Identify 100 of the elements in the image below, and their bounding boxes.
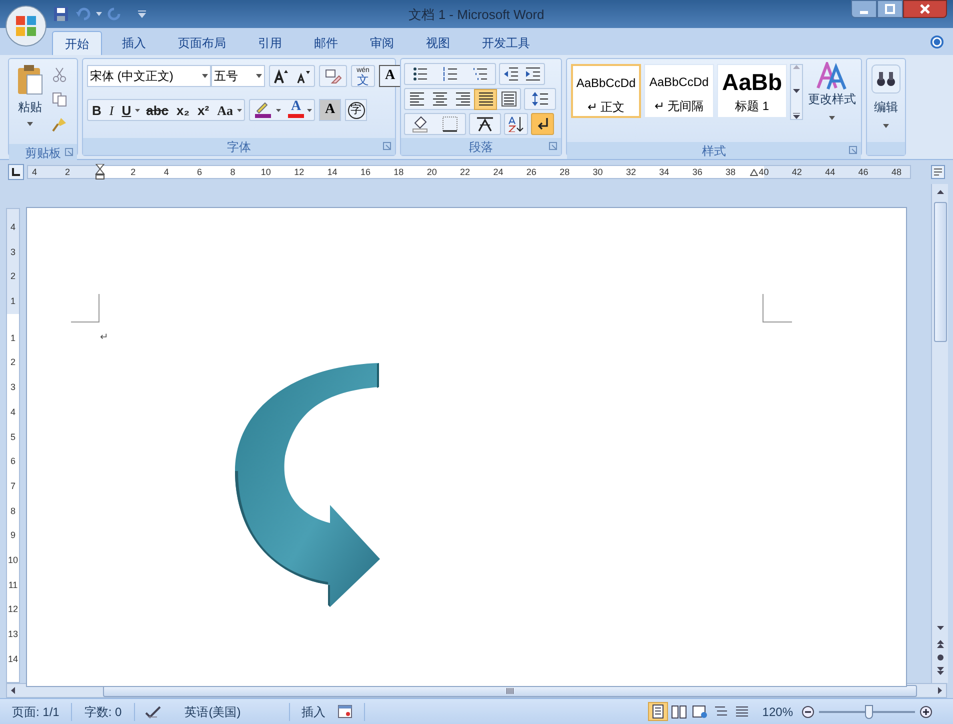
ruler-number: 2	[130, 166, 136, 178]
ruler-number: 8	[230, 166, 236, 178]
customize-menu-icon[interactable]	[138, 10, 146, 18]
ruler-number: 3	[10, 381, 16, 394]
scroll-up-icon[interactable]	[936, 190, 944, 194]
more-icon[interactable]	[793, 113, 800, 119]
print-view-icon	[650, 704, 666, 719]
margin-corner-icon	[762, 294, 792, 324]
scroll-down-icon[interactable]	[936, 626, 944, 630]
character-shading-button[interactable]: A	[319, 99, 341, 121]
align-justify-button[interactable]	[474, 88, 497, 110]
ribbon-tab[interactable]: 视图	[414, 31, 462, 55]
format-button[interactable]: U	[118, 100, 136, 120]
ruler-number: 12	[8, 603, 18, 616]
ruler-number: 12	[294, 166, 304, 178]
show-marks-button[interactable]	[531, 113, 554, 135]
scroll-right-icon[interactable]	[938, 687, 942, 694]
numbering-icon	[442, 66, 458, 82]
view-ruler-icon[interactable]	[931, 165, 945, 179]
styles-letters-icon	[816, 62, 848, 90]
ruler-number: 38	[726, 166, 736, 178]
format-button[interactable]: x₂	[172, 100, 194, 120]
indent-marker-icon[interactable]	[95, 164, 105, 180]
line-spacing-icon	[532, 91, 548, 107]
format-button[interactable]: abc	[142, 100, 173, 120]
zoom-out-icon	[802, 706, 814, 718]
dropdown-caret-icon	[829, 116, 835, 120]
ruler-number: 8	[10, 504, 16, 518]
dropdown-caret-icon[interactable]	[307, 108, 312, 112]
previous-page-icon[interactable]	[936, 640, 944, 648]
ruler-number: 1	[10, 332, 16, 345]
minimize-button[interactable]	[851, 0, 877, 18]
font-color-button[interactable]: A	[285, 100, 307, 120]
window-title: 文档 1 - Microsoft Word	[408, 7, 544, 22]
highlight-icon	[254, 102, 272, 118]
paste-button[interactable]: 粘贴	[12, 62, 48, 144]
margin-corner-icon	[71, 294, 101, 324]
dropdown-caret-icon[interactable]	[276, 108, 281, 112]
character-border-button[interactable]: A	[379, 65, 401, 87]
increase-indent-icon	[525, 66, 541, 82]
dropdown-caret-icon[interactable]	[135, 108, 140, 112]
ribbon-tab[interactable]: 邮件	[302, 31, 350, 55]
format-button[interactable]: Aa	[213, 100, 237, 120]
change-styles-button[interactable]: 更改样式	[806, 62, 858, 142]
ribbon-tab[interactable]: 插入	[110, 31, 158, 55]
scroll-down-icon[interactable]	[793, 89, 800, 93]
slider-thumb[interactable]	[864, 704, 873, 718]
ruler-number: 36	[692, 166, 702, 178]
align-justify-icon	[478, 91, 494, 107]
format-button[interactable]: I	[105, 100, 118, 120]
macro-record-icon[interactable]	[338, 705, 352, 718]
dropdown-caret-icon[interactable]	[237, 108, 242, 112]
style-gallery-item[interactable]: AaBb 标题 1	[717, 64, 787, 118]
browse-object-icon[interactable]	[936, 654, 944, 661]
font-name-field[interactable]: 宋体 (中文正文)	[87, 65, 211, 87]
save-button[interactable]	[52, 5, 70, 23]
ribbon-tab[interactable]: 审阅	[358, 31, 406, 55]
editing-button[interactable]: 编辑	[870, 62, 902, 142]
ribbon-tab[interactable]: 开始	[52, 31, 102, 55]
scrollbar-thumb[interactable]	[934, 202, 946, 342]
align-distributed-icon	[500, 91, 516, 107]
ribbon-tab[interactable]: 开发工具	[470, 31, 542, 55]
ribbon-tab[interactable]: 页面布局	[166, 31, 238, 55]
scroll-left-icon[interactable]	[11, 687, 15, 694]
format-button[interactable]: B	[88, 100, 106, 120]
language-indicator[interactable]: 英语(美国)	[170, 702, 289, 720]
enclose-characters-button[interactable]: 字	[345, 99, 367, 121]
align-center-icon	[432, 91, 448, 107]
zoom-slider[interactable]	[819, 704, 915, 718]
next-page-icon[interactable]	[936, 667, 944, 675]
ruler-number: 2	[10, 356, 16, 370]
style-gallery-item[interactable]: AaBbCcDd ↵ 正文	[571, 64, 641, 118]
vertical-scrollbar[interactable]	[931, 184, 948, 683]
zoom-level[interactable]: 120%	[752, 702, 801, 720]
save-icon	[53, 6, 69, 22]
ribbon-tab[interactable]: 引用	[246, 31, 294, 55]
proofing-check-icon[interactable]	[144, 704, 161, 718]
help-icon[interactable]	[930, 35, 944, 49]
insert-mode-indicator[interactable]: 插入	[290, 702, 338, 720]
cut-icon	[52, 67, 66, 82]
ruler-number: 9	[10, 529, 16, 542]
zoom-out-button[interactable]	[801, 704, 815, 718]
maximize-button[interactable]	[877, 0, 903, 18]
style-gallery-item[interactable]: AaBbCcDd ↵ 无间隔	[644, 64, 714, 118]
word-count[interactable]: 字数: 0	[72, 702, 134, 720]
font-size-field[interactable]: 五号	[211, 65, 265, 87]
dropdown-caret-icon	[27, 122, 33, 126]
zoom-in-button[interactable]	[919, 704, 933, 718]
group-label: 样式	[702, 142, 726, 160]
page-count[interactable]: 页面: 1/1	[0, 702, 72, 720]
group-label: 剪贴板	[25, 144, 61, 162]
right-indent-icon[interactable]	[750, 169, 758, 176]
ruler-number: 20	[426, 166, 437, 178]
format-button[interactable]: x²	[194, 100, 214, 120]
draft-view-icon	[734, 704, 750, 719]
tab-selector-button[interactable]	[8, 164, 24, 180]
ruler-number: 10	[260, 166, 271, 178]
close-button[interactable]	[903, 0, 947, 18]
print-view-button[interactable]	[648, 702, 668, 721]
dropdown-caret-icon[interactable]	[96, 12, 102, 16]
